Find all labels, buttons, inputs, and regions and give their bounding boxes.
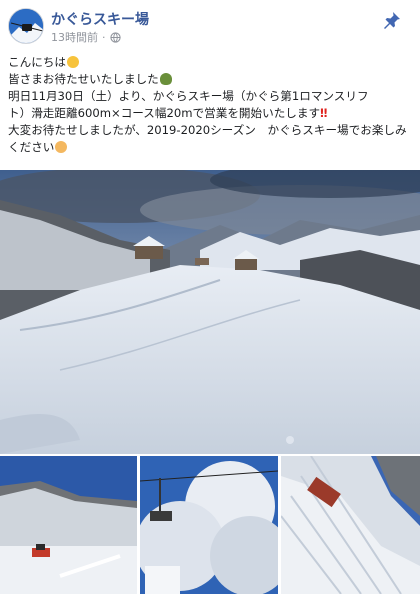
- avatar-image: [9, 9, 43, 43]
- plant-emoji-icon: [159, 73, 172, 85]
- post-meta: 13時間前 ·: [51, 29, 121, 45]
- post-line-2: 皆さまお待たせいたしました: [8, 71, 414, 88]
- smile-emoji-icon: [66, 56, 79, 68]
- post-line-4: ト）滑走距離600m×コース幅20mで営業を開始いたします‼: [8, 106, 328, 120]
- meta-separator: ·: [102, 30, 106, 44]
- main-photo-ski-slope[interactable]: [0, 170, 420, 454]
- post-body: こんにちは 皆さまお待たせいたしました 明日11月30日（土）より、かぐらスキー…: [8, 54, 414, 156]
- photo-chairlift[interactable]: [140, 456, 278, 594]
- double-exclamation-icon: ‼: [320, 106, 328, 120]
- post-timestamp[interactable]: 13時間前: [51, 29, 98, 45]
- photo-snow-groomer-hill[interactable]: [0, 456, 137, 594]
- globe-icon: [109, 31, 121, 43]
- page-avatar[interactable]: [8, 8, 44, 44]
- post-line-3: 明日11月30日（土）より、かぐらスキー場（かぐら第1ロマンスリフ: [8, 89, 369, 103]
- pin-icon[interactable]: [382, 10, 402, 30]
- post-line-5: 大変お待たせしましたが、2019-2020シーズン かぐらスキー場でお楽しみくだ…: [8, 123, 407, 154]
- post-line-1: こんにちは: [8, 54, 414, 71]
- post-header: かぐらスキー場 13時間前 ·: [0, 0, 420, 50]
- grin-emoji-icon: [55, 141, 68, 153]
- page-name-link[interactable]: かぐらスキー場: [51, 9, 149, 29]
- photo-groomed-slope[interactable]: [281, 456, 420, 594]
